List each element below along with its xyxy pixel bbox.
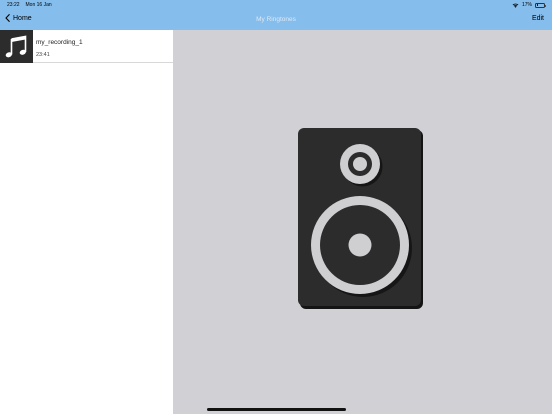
status-date: Mon 16 Jan xyxy=(25,2,52,8)
recordings-list: my_recording_1 23:41 xyxy=(0,30,173,414)
status-right: 17% xyxy=(512,2,546,8)
speaker-icon xyxy=(298,128,424,315)
recording-duration: 23:41 xyxy=(36,52,50,58)
wifi-icon xyxy=(512,3,519,8)
music-note-icon xyxy=(0,30,33,63)
list-item[interactable]: my_recording_1 23:41 xyxy=(0,30,173,63)
status-bar: 23:22 Mon 16 Jan 17% xyxy=(0,0,552,10)
home-indicator xyxy=(207,408,346,411)
battery-nub xyxy=(545,4,546,7)
page-title: My Ringtones xyxy=(256,16,296,23)
status-left: 23:22 Mon 16 Jan xyxy=(7,2,52,8)
battery-fill xyxy=(536,4,538,6)
edit-button[interactable]: Edit xyxy=(532,15,544,22)
status-time: 23:22 xyxy=(7,2,20,8)
battery-icon xyxy=(535,2,546,8)
recording-title: my_recording_1 xyxy=(36,39,83,46)
navigation-bar: Home My Ringtones Edit xyxy=(0,10,552,30)
battery-percent: 17% xyxy=(521,2,532,8)
detail-pane xyxy=(173,30,552,414)
